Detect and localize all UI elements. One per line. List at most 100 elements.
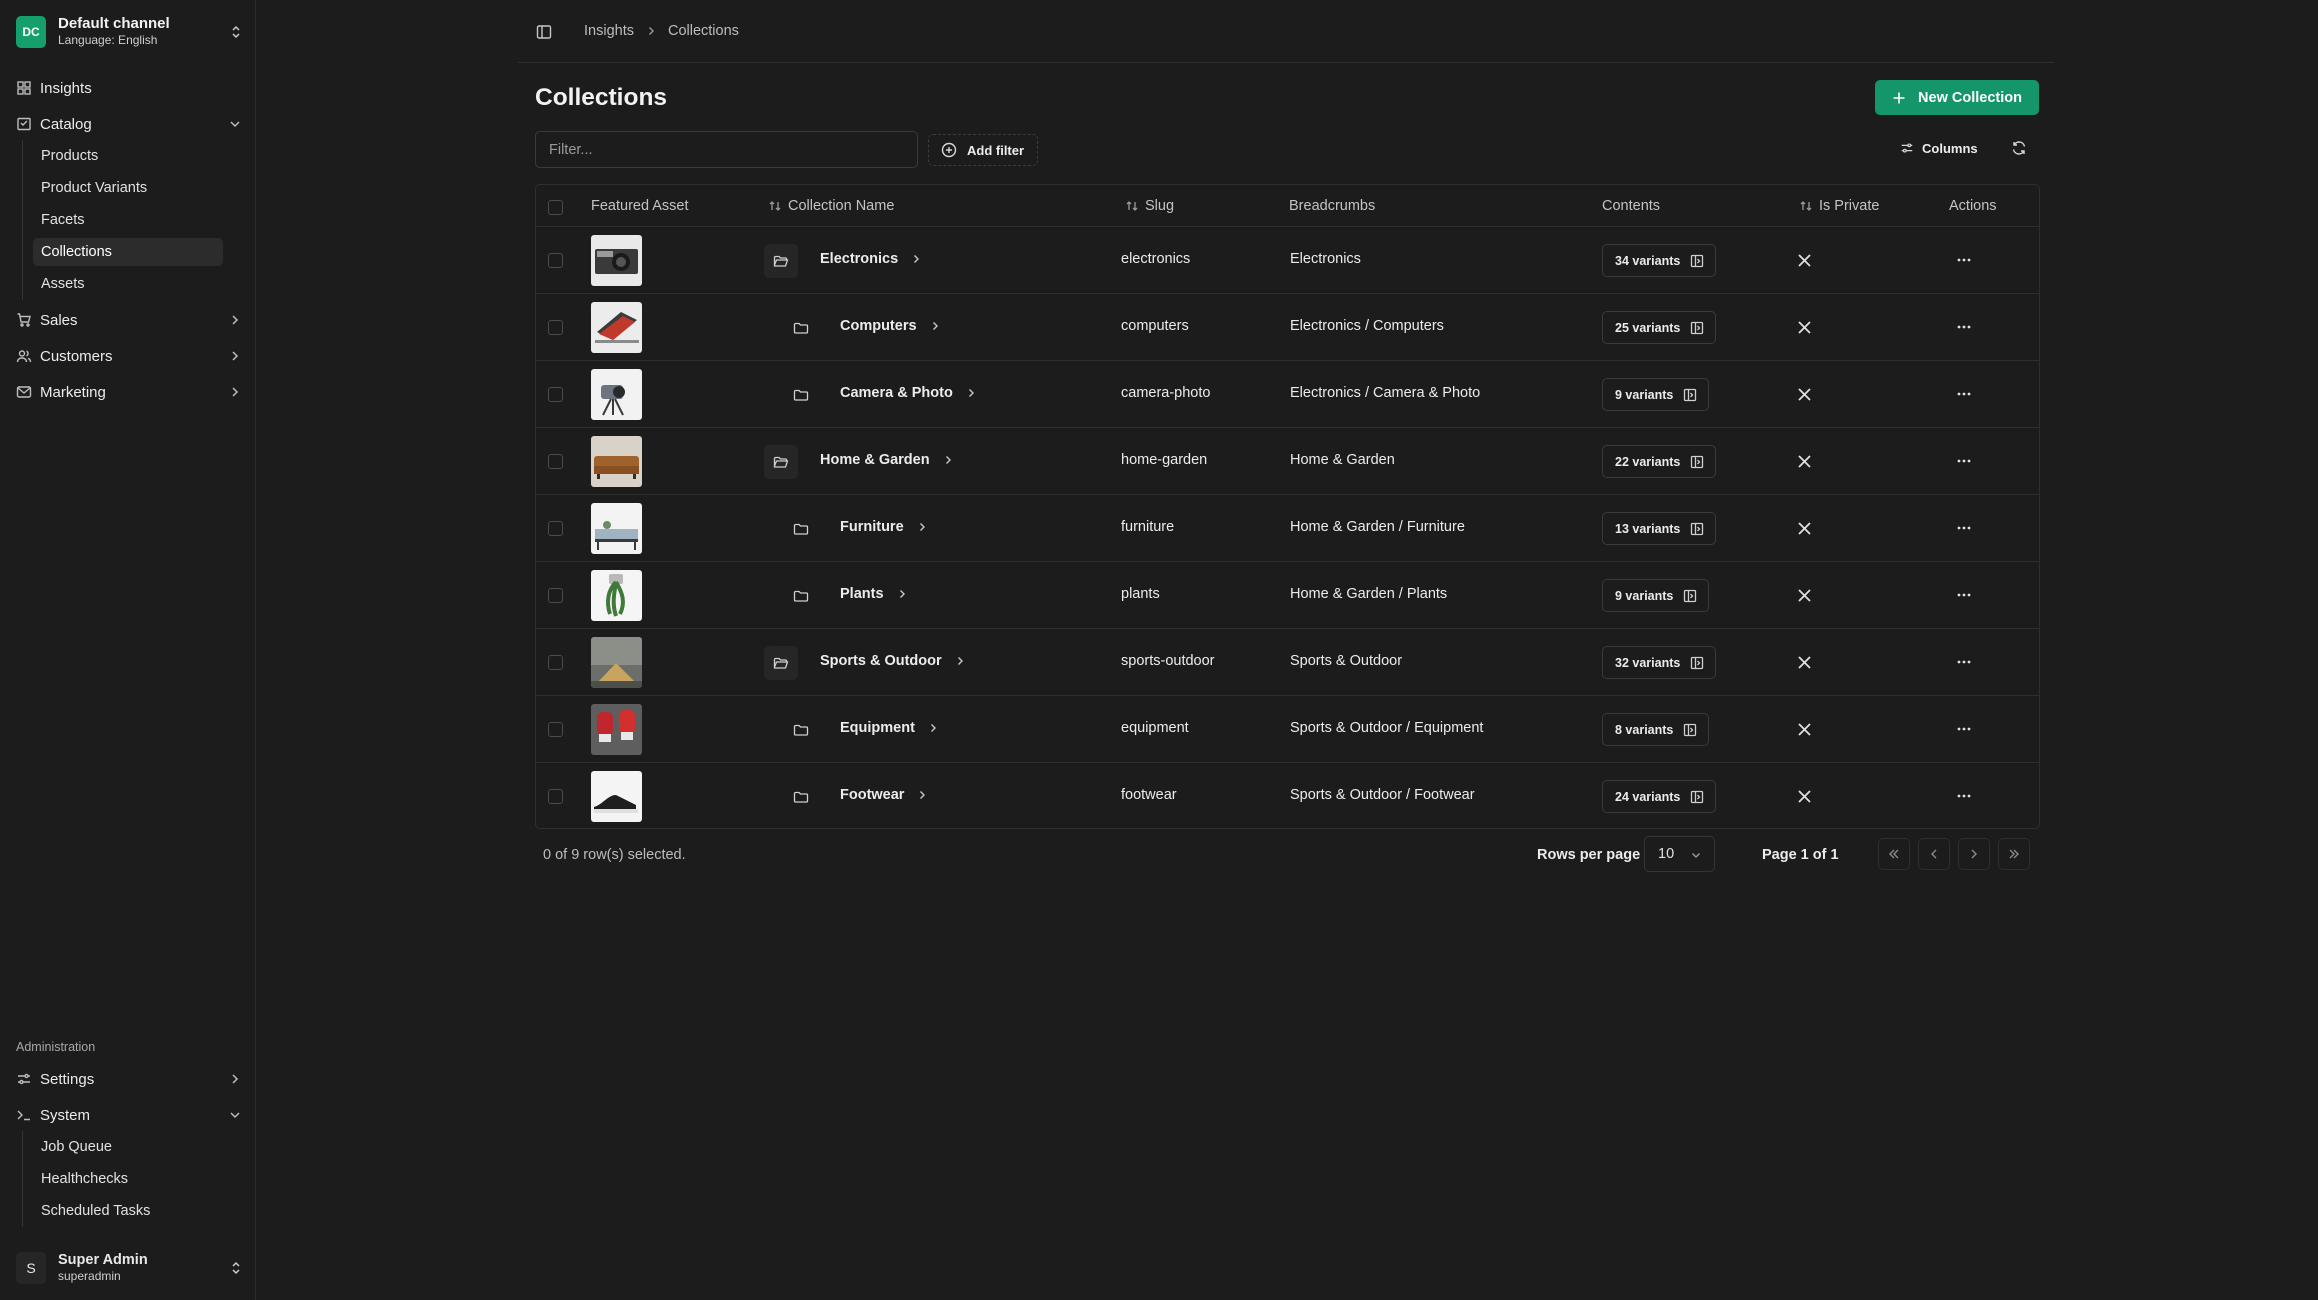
expand-folder-button[interactable] (784, 311, 818, 345)
featured-asset-image[interactable] (591, 771, 642, 822)
expand-folder-button[interactable] (784, 713, 818, 747)
collection-name: Plants (840, 586, 884, 602)
more-actions-icon[interactable] (1956, 788, 1972, 804)
contents-variants-button[interactable]: 22 variants (1602, 445, 1717, 478)
contents-variants-button[interactable]: 24 variants (1602, 780, 1717, 813)
sidebar-toggle-icon[interactable] (536, 24, 552, 40)
last-page-button[interactable] (1998, 838, 2030, 870)
contents-variants-button[interactable]: 9 variants (1602, 579, 1710, 612)
row-checkbox[interactable] (548, 387, 563, 402)
featured-asset-image[interactable] (591, 436, 642, 487)
topbar: Insights Collections (518, 0, 2054, 63)
more-actions-icon[interactable] (1956, 587, 1972, 603)
row-checkbox[interactable] (548, 454, 563, 469)
collection-name-link[interactable]: Home & Garden (820, 452, 954, 468)
sidebar: DC Default channel Language: English Ins… (0, 0, 256, 1300)
sidebar-item-catalog[interactable]: Catalog (16, 110, 242, 138)
sidebar-item-facets[interactable]: Facets (33, 206, 223, 234)
sidebar-item-scheduled-tasks[interactable]: Scheduled Tasks (33, 1197, 223, 1225)
rows-per-page-select[interactable]: 10 (1644, 836, 1715, 872)
collection-name-link[interactable]: Electronics (820, 251, 922, 267)
header-collection-name[interactable]: Collection Name (768, 198, 894, 214)
header-slug[interactable]: Slug (1125, 198, 1174, 214)
row-checkbox[interactable] (548, 320, 563, 335)
collection-name-link[interactable]: Computers (840, 318, 941, 334)
contents-variants-button[interactable]: 25 variants (1602, 311, 1717, 344)
header-label: Breadcrumbs (1289, 198, 1376, 214)
featured-asset-image[interactable] (591, 503, 642, 554)
row-checkbox[interactable] (548, 789, 563, 804)
variants-count: 9 variants (1615, 588, 1674, 603)
expand-folder-button[interactable] (784, 512, 818, 546)
header-contents: Contents (1602, 198, 1660, 214)
row-checkbox[interactable] (548, 588, 563, 603)
sidebar-item-marketing[interactable]: Marketing (16, 378, 242, 406)
more-actions-icon[interactable] (1956, 252, 1972, 268)
more-actions-icon[interactable] (1956, 453, 1972, 469)
featured-asset-image[interactable] (591, 637, 642, 688)
sidebar-item-assets[interactable]: Assets (33, 270, 223, 298)
more-actions-icon[interactable] (1956, 721, 1972, 737)
expand-folder-button[interactable] (764, 244, 798, 278)
featured-asset-image[interactable] (591, 704, 642, 755)
sidebar-item-sales[interactable]: Sales (16, 306, 242, 334)
more-actions-icon[interactable] (1956, 520, 1972, 536)
more-actions-icon[interactable] (1956, 386, 1972, 402)
more-actions-icon[interactable] (1956, 319, 1972, 335)
more-actions-icon[interactable] (1956, 654, 1972, 670)
sidebar-item-healthchecks[interactable]: Healthchecks (33, 1165, 223, 1193)
select-all-checkbox[interactable] (548, 200, 563, 215)
collection-name-link[interactable]: Camera & Photo (840, 385, 977, 401)
featured-asset-image[interactable] (591, 369, 642, 420)
table-row: Home & Garden home-garden Home & Garden 22 … (536, 428, 2039, 495)
row-checkbox[interactable] (548, 253, 563, 268)
previous-page-button[interactable] (1918, 838, 1950, 870)
administration-section-label: Administration (16, 1040, 96, 1054)
sidebar-item-product-variants[interactable]: Product Variants (33, 174, 223, 202)
folder-icon (793, 322, 809, 334)
row-checkbox[interactable] (548, 521, 563, 536)
refresh-icon[interactable] (2011, 140, 2027, 156)
add-filter-button[interactable]: Add filter (928, 134, 1038, 166)
user-menu[interactable]: S Super Admin superadmin (16, 1250, 244, 1286)
new-collection-button[interactable]: New Collection (1875, 80, 2039, 115)
sidebar-item-products[interactable]: Products (33, 142, 223, 170)
sidebar-item-system[interactable]: System (16, 1101, 242, 1129)
channel-switcher[interactable]: DC Default channel Language: English (16, 14, 244, 50)
row-checkbox[interactable] (548, 722, 563, 737)
folder-icon (793, 389, 809, 401)
collection-name-link[interactable]: Plants (840, 586, 908, 602)
first-page-button[interactable] (1878, 838, 1910, 870)
expand-folder-button[interactable] (764, 445, 798, 479)
expand-folder-button[interactable] (764, 646, 798, 680)
contents-variants-button[interactable]: 34 variants (1602, 244, 1717, 277)
header-is-private[interactable]: Is Private (1799, 198, 1879, 214)
contents-variants-button[interactable]: 32 variants (1602, 646, 1717, 679)
expand-folder-button[interactable] (784, 579, 818, 613)
featured-asset-image[interactable] (591, 570, 642, 621)
collection-name-link[interactable]: Sports & Outdoor (820, 653, 966, 669)
expand-folder-button[interactable] (784, 378, 818, 412)
row-checkbox[interactable] (548, 655, 563, 670)
contents-variants-button[interactable]: 8 variants (1602, 713, 1710, 746)
folder-icon (793, 590, 809, 602)
collection-name-link[interactable]: Footwear (840, 787, 928, 803)
sidebar-item-customers[interactable]: Customers (16, 342, 242, 370)
panel-icon (1691, 790, 1704, 803)
contents-variants-button[interactable]: 9 variants (1602, 378, 1710, 411)
next-page-button[interactable] (1958, 838, 1990, 870)
columns-button[interactable]: Columns (1900, 135, 1984, 161)
collection-name-link[interactable]: Furniture (840, 519, 928, 535)
filter-input[interactable] (535, 131, 918, 168)
collection-name-link[interactable]: Equipment (840, 720, 939, 736)
sidebar-item-collections[interactable]: Collections (33, 238, 223, 266)
featured-asset-image[interactable] (591, 235, 642, 286)
variants-count: 32 variants (1615, 655, 1681, 670)
contents-variants-button[interactable]: 13 variants (1602, 512, 1717, 545)
breadcrumb-insights[interactable]: Insights (584, 23, 634, 39)
sidebar-item-job-queue[interactable]: Job Queue (33, 1133, 223, 1161)
sidebar-item-settings[interactable]: Settings (16, 1065, 242, 1093)
expand-folder-button[interactable] (784, 780, 818, 814)
sidebar-item-insights[interactable]: Insights (16, 74, 242, 102)
featured-asset-image[interactable] (591, 302, 642, 353)
